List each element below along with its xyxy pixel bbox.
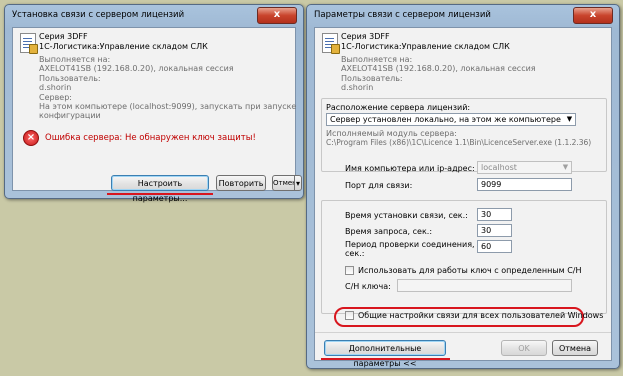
run-label: Выполняется на: xyxy=(39,55,111,64)
cancel-menu-arrow[interactable]: ▾ xyxy=(294,175,302,191)
highlight-underline xyxy=(107,193,213,195)
module-path: C:\Program Files (x86)\1C\Licence 1.1\Bi… xyxy=(326,138,592,147)
product-name: Серия 3DFF xyxy=(341,32,390,41)
req-time-input[interactable]: 30 xyxy=(477,224,512,237)
chevron-down-icon: ▼ xyxy=(562,163,569,171)
advanced-parameters-button[interactable]: Дополнительные параметры << xyxy=(324,340,446,368)
close-button[interactable]: x xyxy=(257,7,297,24)
product-name: Серия 3DFF xyxy=(39,32,88,41)
ok-button[interactable]: OK xyxy=(501,340,547,356)
check-period-label: Период проверки соединения, xyxy=(345,240,475,249)
conn-time-label: Время установки связи, сек.: xyxy=(345,211,468,220)
window-client: Серия 3DFF 1С-Логистика:Управление склад… xyxy=(314,27,612,368)
use-key-label: Использовать для работы ключ с определен… xyxy=(358,266,582,275)
run-label: Выполняется на: xyxy=(341,55,413,64)
module-label: Исполняемый модуль сервера: xyxy=(326,129,457,138)
sn-label: С/Н ключа: xyxy=(345,282,391,291)
server-location-select[interactable]: Сервер установлен локально, на этом же к… xyxy=(326,113,576,126)
retry-button[interactable]: Повторить xyxy=(216,175,266,191)
highlight-underline xyxy=(321,358,450,360)
user-label: Пользователь: xyxy=(39,74,101,83)
user-value: d.shorin xyxy=(39,83,72,92)
server-value: На этом компьютере (localhost:9099), зап… xyxy=(39,102,297,111)
config-name: 1С-Логистика:Управление складом СЛК xyxy=(341,42,510,51)
server-location-value: Сервер установлен локально, на этом же к… xyxy=(330,115,561,124)
host-input: localhost ▼ xyxy=(477,161,572,174)
user-value: d.shorin xyxy=(341,83,374,92)
server-label: Сервер: xyxy=(39,93,72,102)
host-label: Имя компьютера или ip-адрес: xyxy=(345,164,475,173)
port-input[interactable]: 9099 xyxy=(477,178,572,191)
user-label: Пользователь: xyxy=(341,74,403,83)
error-message: Ошибка сервера: Не обнаружен ключ защиты… xyxy=(45,133,256,143)
cancel-button[interactable]: Отмена xyxy=(272,175,301,191)
license-settings-window: Параметры связи с сервером лицензий x Се… xyxy=(306,4,620,369)
cancel-button[interactable]: Отмена xyxy=(552,340,598,356)
check-period-label-cont: сек.: xyxy=(345,249,365,258)
check-period-input[interactable]: 60 xyxy=(477,240,512,253)
conn-time-input[interactable]: 30 xyxy=(477,208,512,221)
location-label: Расположение сервера лицензий: xyxy=(326,103,471,112)
chevron-down-icon: ▼ xyxy=(566,115,573,123)
window-client: Серия 3DFF 1С-Логистика:Управление склад… xyxy=(12,27,302,203)
window-title: Установка связи с сервером лицензий xyxy=(12,10,185,20)
configure-parameters-button[interactable]: Настроить параметры... xyxy=(111,175,209,203)
common-settings-label: Общие настройки связи для всех пользоват… xyxy=(358,311,604,320)
error-icon: × xyxy=(23,130,39,146)
footer-separator xyxy=(315,332,611,333)
server-value-cont: конфигурации xyxy=(39,111,101,120)
sn-input xyxy=(397,279,572,292)
close-button[interactable]: x xyxy=(573,7,613,24)
run-value: AXELOT41SB (192.168.0.20), локальная сес… xyxy=(341,64,536,73)
use-key-checkbox[interactable] xyxy=(345,266,354,275)
window-title: Параметры связи с сервером лицензий xyxy=(314,10,491,20)
run-value: AXELOT41SB (192.168.0.20), локальная сес… xyxy=(39,64,234,73)
req-time-label: Время запроса, сек.: xyxy=(345,227,433,236)
document-icon xyxy=(20,33,38,54)
document-icon xyxy=(322,33,340,54)
port-label: Порт для связи: xyxy=(345,181,413,190)
config-name: 1С-Логистика:Управление складом СЛК xyxy=(39,42,208,51)
common-settings-checkbox[interactable] xyxy=(345,311,354,320)
host-value: localhost xyxy=(481,163,517,172)
license-connect-window: Установка связи с сервером лицензий x Се… xyxy=(4,4,304,203)
